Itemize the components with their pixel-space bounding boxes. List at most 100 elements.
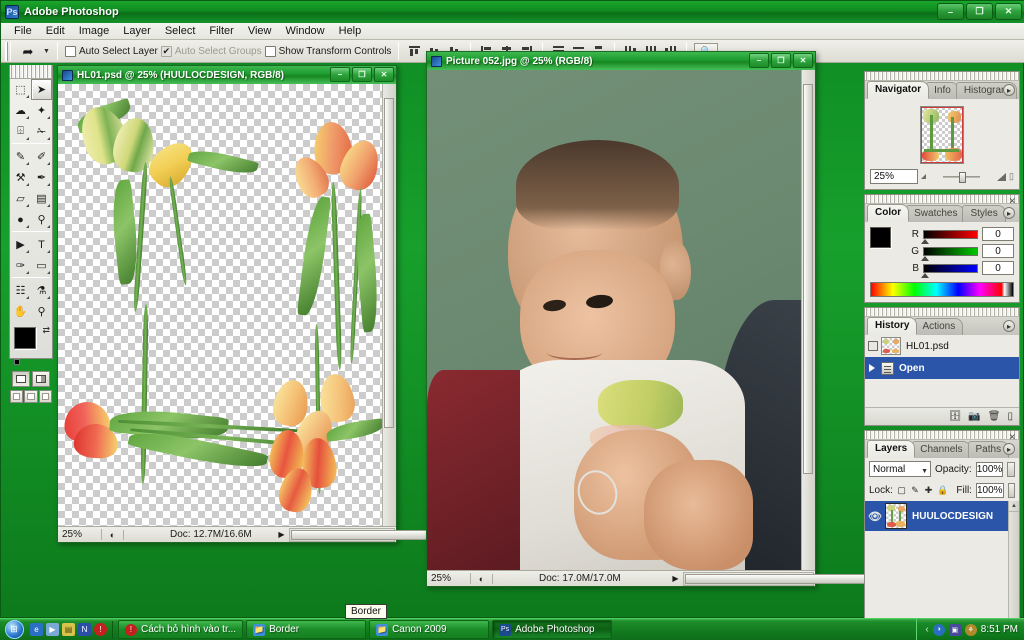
canvas-horizontal-scrollbar-hl01[interactable]	[288, 527, 531, 542]
channel-value-b[interactable]: 0	[982, 261, 1014, 275]
menu-edit[interactable]: Edit	[39, 24, 72, 38]
tool-clone-stamp[interactable]: ⚒	[10, 167, 31, 188]
full-screen-mode-icon[interactable]	[38, 390, 52, 403]
layers-panel-menu-icon[interactable]: ▸	[1003, 443, 1015, 455]
navigator-thumbnail[interactable]	[920, 106, 964, 164]
document-titlebar-picture052[interactable]: Picture 052.jpg @ 25% (RGB/8) – ❐ ✕	[427, 52, 815, 70]
window-restore-button[interactable]: ❐	[966, 3, 993, 20]
tool-type[interactable]: T	[31, 234, 52, 255]
color-panel-grip[interactable]	[865, 195, 1019, 204]
show-transform-controls-checkbox[interactable]	[264, 45, 276, 57]
channel-value-r[interactable]: 0	[982, 227, 1014, 241]
tab-swatches[interactable]: Swatches	[906, 205, 966, 222]
document-window-hl01[interactable]: HL01.psd @ 25% (HUULOCDESIGN, RGB/8) – ❐…	[57, 65, 531, 543]
tab-info[interactable]: Info	[926, 82, 959, 99]
menu-image[interactable]: Image	[72, 24, 117, 38]
tool-slice[interactable]: ✁	[31, 121, 52, 142]
document-window-picture052[interactable]: Picture 052.jpg @ 25% (RGB/8) – ❐ ✕ 25% …	[426, 51, 975, 587]
tool-magic-wand[interactable]: ✦	[31, 100, 52, 121]
toolbox-grip[interactable]	[10, 65, 52, 79]
menu-help[interactable]: Help	[332, 24, 369, 38]
task-button-adobe-photoshop[interactable]: Ps Adobe Photoshop	[492, 620, 613, 639]
create-new-snapshot-icon[interactable]: 📷	[968, 411, 980, 422]
document-restore-button-hl01[interactable]: ❐	[352, 67, 372, 82]
tool-gradient[interactable]: ▤	[31, 188, 52, 209]
document-minimize-button-picture052[interactable]: –	[749, 53, 769, 68]
swap-colors-icon[interactable]: ⇄	[42, 325, 50, 336]
navigator-resize-grip[interactable]: ▯	[1009, 171, 1014, 182]
tool-blur[interactable]: ●	[10, 209, 31, 230]
create-document-from-state-icon[interactable]: 🗄	[949, 411, 962, 422]
layers-scroll-up-icon[interactable]: ▲	[1009, 501, 1019, 512]
align-top-edges-icon[interactable]	[406, 43, 423, 60]
delete-state-icon[interactable]: 🗑	[988, 411, 1001, 422]
navigator-zoom-slider[interactable]	[929, 170, 994, 184]
navigator-view-box[interactable]	[921, 107, 963, 163]
history-panel-grip[interactable]	[865, 308, 1019, 317]
canvas-vertical-scrollbar-picture052[interactable]	[801, 70, 815, 570]
menu-file[interactable]: File	[7, 24, 39, 38]
status-preview-icon-picture052[interactable]: ◐	[471, 573, 493, 584]
tool-dodge[interactable]: ⚲	[31, 209, 52, 230]
tool-notes[interactable]: ☷	[10, 280, 31, 301]
tab-styles[interactable]: Styles	[962, 205, 1006, 222]
menu-layer[interactable]: Layer	[116, 24, 158, 38]
lock-transparent-pixels-icon[interactable]: ▢	[897, 485, 906, 497]
canvas-picture052[interactable]	[427, 70, 815, 570]
tool-pen[interactable]: ✑	[10, 255, 31, 276]
tab-navigator[interactable]: Navigator	[867, 81, 930, 99]
tool-healing-brush[interactable]: ✎	[10, 146, 31, 167]
network-icon[interactable]: ▣	[948, 623, 961, 636]
default-colors-icon[interactable]	[14, 359, 23, 368]
document-minimize-button-hl01[interactable]: –	[330, 67, 350, 82]
window-minimize-button[interactable]: –	[937, 3, 964, 20]
menu-select[interactable]: Select	[158, 24, 203, 38]
tool-rectangle-shape[interactable]: ▭	[31, 255, 52, 276]
move-tool-icon[interactable]: ➦	[16, 42, 40, 61]
tool-brush[interactable]: ✐	[31, 146, 52, 167]
canvas-horizontal-scrollbar-picture052[interactable]	[682, 571, 975, 586]
window-close-button[interactable]: ✕	[995, 3, 1022, 20]
media-player-icon[interactable]: ▶	[46, 623, 59, 636]
lock-image-pixels-icon[interactable]: ✎	[910, 485, 919, 497]
layer-row-huulocdesign[interactable]: 👁 HUULOCDESIGN	[865, 501, 1019, 531]
fill-stepper[interactable]	[1007, 483, 1016, 498]
tool-eyedropper[interactable]: ⚗	[31, 280, 52, 301]
opacity-value[interactable]: 100%	[975, 461, 1004, 477]
zoom-in-icon[interactable]	[997, 172, 1007, 181]
channel-value-g[interactable]: 0	[982, 244, 1014, 258]
foreground-color-swatch[interactable]	[14, 327, 36, 349]
tool-history-brush[interactable]: ✒	[31, 167, 52, 188]
quick-mask-mode-icon[interactable]	[32, 371, 50, 387]
tool-preset-chevron-down-icon[interactable]: ▼	[43, 48, 50, 55]
zoom-out-icon[interactable]	[921, 174, 926, 179]
internet-explorer-icon[interactable]: e	[30, 623, 43, 636]
tab-history[interactable]: History	[867, 317, 918, 335]
document-close-button-hl01[interactable]: ✕	[374, 67, 394, 82]
tab-actions[interactable]: Actions	[914, 318, 964, 335]
tool-zoom[interactable]: ⚲	[31, 301, 52, 322]
navigator-panel-grip[interactable]	[865, 72, 1019, 81]
show-transform-controls-option[interactable]: Show Transform Controls	[264, 45, 391, 57]
task-button-border[interactable]: 📁 Border	[246, 620, 367, 639]
fill-value[interactable]: 100%	[975, 483, 1004, 498]
color-panel-menu-icon[interactable]: ▸	[1003, 207, 1015, 219]
zoom-level-picture052[interactable]: 25%	[427, 573, 471, 584]
history-state-row-open[interactable]: Open	[865, 357, 1019, 379]
color-spectrum-ramp[interactable]	[870, 282, 1014, 297]
alert-icon[interactable]: !	[94, 623, 107, 636]
canvas-vertical-scrollbar-hl01[interactable]	[382, 84, 396, 526]
menu-window[interactable]: Window	[279, 24, 332, 38]
task-button-canon-2009[interactable]: 📁 Canon 2009	[369, 620, 490, 639]
navigator-panel-menu-icon[interactable]: ▸	[1003, 84, 1015, 96]
full-screen-with-menu-icon[interactable]	[24, 390, 38, 403]
layers-panel-grip[interactable]	[865, 431, 1019, 440]
tool-rectangular-marquee[interactable]: ⬚	[10, 79, 31, 100]
menu-filter[interactable]: Filter	[202, 24, 240, 38]
auto-select-layer-option[interactable]: Auto Select Layer	[64, 45, 158, 57]
task-button-cach-bo-hinh[interactable]: ! Cách bỏ hình vào tr...	[118, 620, 244, 639]
document-titlebar-hl01[interactable]: HL01.psd @ 25% (HUULOCDESIGN, RGB/8) – ❐…	[58, 66, 396, 84]
color-panel-foreground-swatch[interactable]	[870, 227, 891, 248]
tool-crop[interactable]: ⌹	[10, 121, 31, 142]
history-snapshot-row[interactable]: HL01.psd	[865, 335, 1019, 357]
